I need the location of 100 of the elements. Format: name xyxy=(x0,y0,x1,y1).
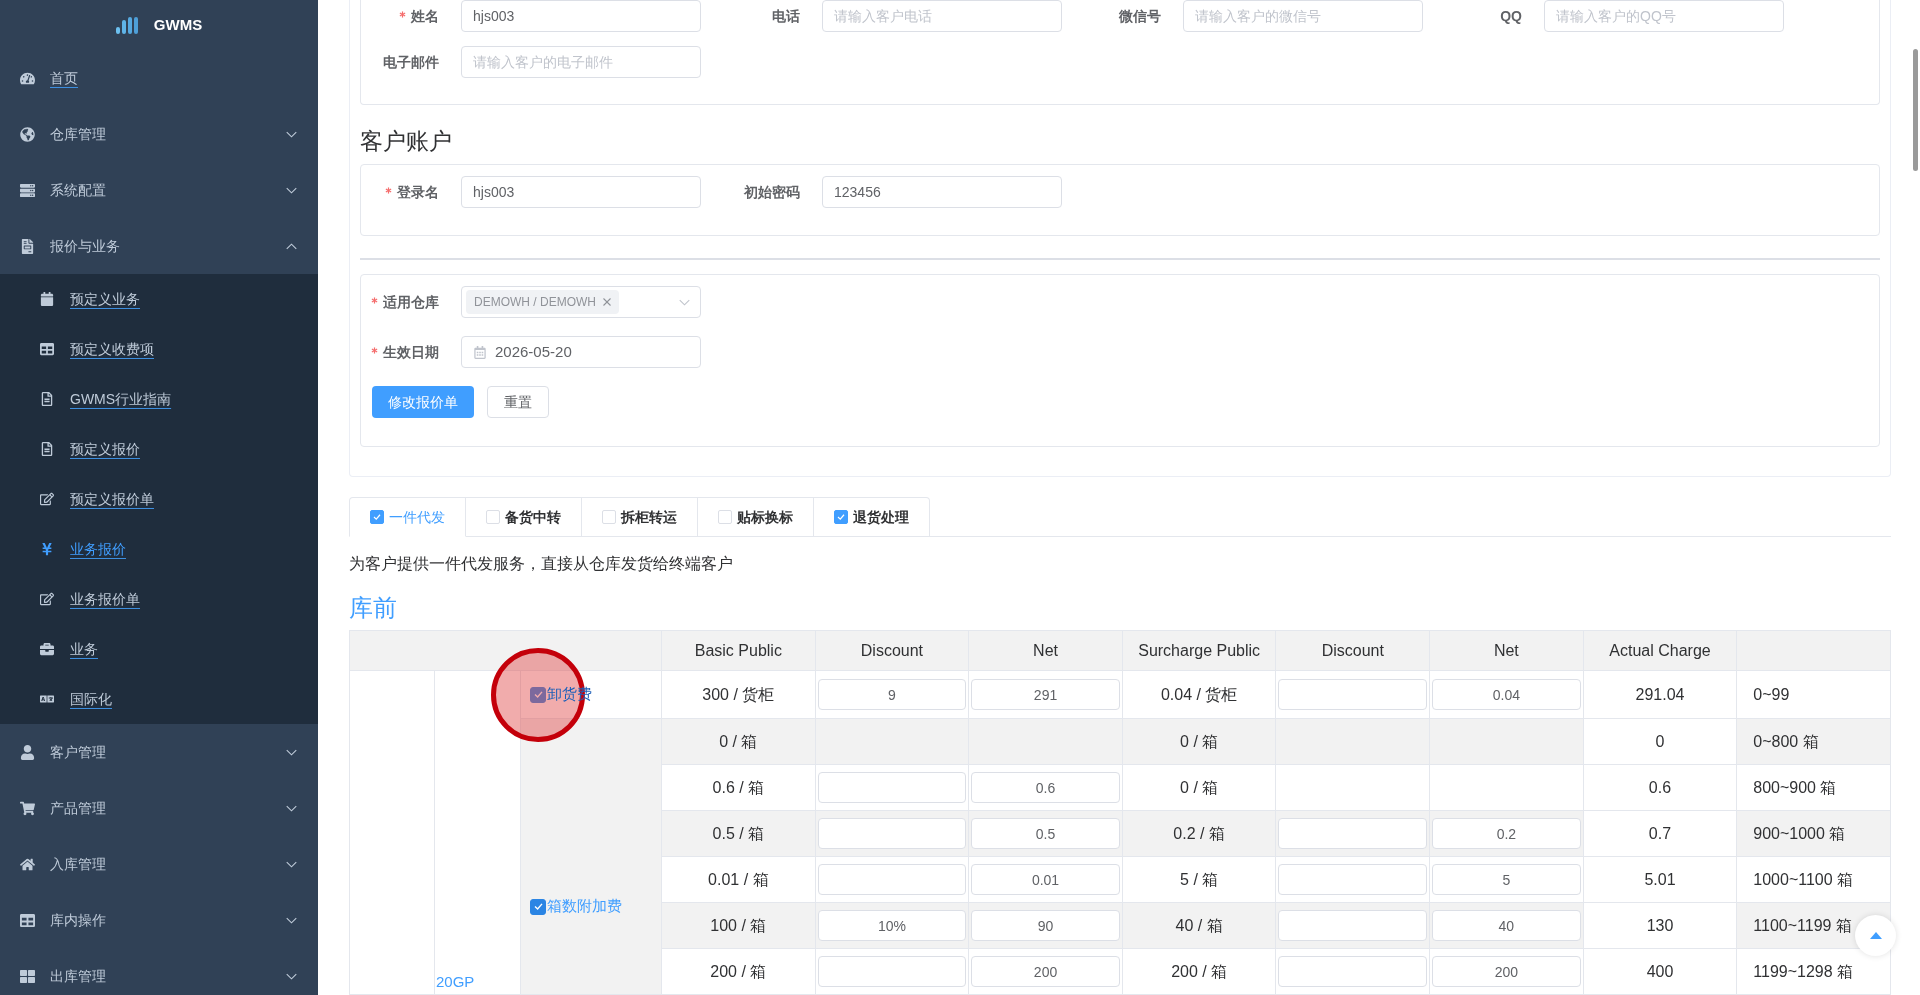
sidebar-submenu-item[interactable]: 预定义报价单 xyxy=(0,474,318,524)
table-input[interactable] xyxy=(1278,679,1428,710)
table-cell: 200 / 箱 xyxy=(1122,948,1276,995)
sidebar-menu-item[interactable]: 产品管理 xyxy=(0,780,318,836)
checkbox[interactable] xyxy=(530,898,546,915)
table-input[interactable]: 40 xyxy=(1432,910,1581,941)
sidebar-submenu-item[interactable]: 业务报价 xyxy=(0,524,318,574)
table-cell: 0.5 / 箱 xyxy=(661,810,816,857)
tab[interactable]: 备货中转 xyxy=(466,497,582,537)
close-icon[interactable] xyxy=(603,298,611,306)
table-input[interactable] xyxy=(1278,818,1428,849)
text-input[interactable]: hjs003 xyxy=(461,0,701,32)
table-cell: 130 xyxy=(1583,902,1737,949)
table-cell: 40 / 箱 xyxy=(1122,902,1276,949)
caret-up-icon xyxy=(1869,932,1882,939)
user-icon xyxy=(20,744,35,760)
grid-icon xyxy=(20,968,35,984)
date-field[interactable]: 2026-05-20 xyxy=(461,336,701,368)
text-input[interactable]: 请输入客户的微信号 xyxy=(1183,0,1423,32)
table-cell: 0.6 / 箱 xyxy=(661,764,816,811)
calendar-icon xyxy=(40,292,54,306)
table-cell: 100 / 箱 xyxy=(661,902,816,949)
gauge-icon xyxy=(20,70,35,86)
text-input[interactable]: 请输入客户电话 xyxy=(822,0,1062,32)
table-input[interactable]: 90 xyxy=(971,910,1120,941)
document-icon xyxy=(40,442,54,456)
sidebar-menu-item[interactable]: 系统配置 xyxy=(0,162,318,218)
table-input[interactable]: 0.2 xyxy=(1432,818,1581,849)
checkbox[interactable] xyxy=(370,510,384,524)
sidebar-menu-item[interactable]: 客户管理 xyxy=(0,724,318,780)
globe-icon xyxy=(20,126,35,142)
sidebar-menu-item[interactable]: 首页 xyxy=(0,50,318,106)
table-input[interactable]: 200 xyxy=(1432,956,1581,987)
table-input[interactable] xyxy=(817,772,967,803)
edit-icon xyxy=(40,492,54,506)
sidebar-menu-item[interactable]: 出库管理 xyxy=(0,948,318,995)
field-label: 登录名 xyxy=(397,182,439,202)
sidebar-menu-item[interactable]: 仓库管理 xyxy=(0,106,318,162)
table-input[interactable] xyxy=(1278,956,1428,987)
table-input[interactable]: 10% xyxy=(817,910,967,941)
field-label: 微信号 xyxy=(1119,6,1161,26)
table-cell: 5 / 箱 xyxy=(1122,856,1276,903)
table-input[interactable]: 0.6 xyxy=(971,772,1120,803)
table-cell: 0 xyxy=(1583,718,1737,765)
checkbox[interactable] xyxy=(530,686,546,703)
table-cell: 900~1000 箱 xyxy=(1736,810,1891,857)
document-icon xyxy=(20,238,35,254)
field-label: 电话 xyxy=(772,6,800,26)
table-input[interactable] xyxy=(1278,864,1428,895)
column-header: Net xyxy=(1429,630,1584,671)
text-input[interactable]: 123456 xyxy=(822,176,1062,208)
checkbox[interactable] xyxy=(834,510,848,524)
checkmark-icon xyxy=(533,903,543,910)
text-input[interactable]: 请输入客户的电子邮件 xyxy=(461,46,701,78)
table-input[interactable]: 200 xyxy=(971,956,1120,987)
section-heading: 客户账户 xyxy=(360,127,452,156)
sidebar-submenu-item[interactable]: 预定义收费项 xyxy=(0,324,318,374)
house-icon xyxy=(20,856,35,872)
table-input[interactable] xyxy=(1278,910,1428,941)
table-cell: 0 / 箱 xyxy=(1122,764,1276,811)
table-input[interactable]: 9 xyxy=(817,679,967,710)
table-input[interactable] xyxy=(817,956,967,987)
table-cell: 0 / 箱 xyxy=(661,718,816,765)
tab[interactable]: 贴标换标 xyxy=(698,497,814,537)
document-icon xyxy=(40,392,54,406)
sidebar-submenu-item[interactable]: GWMS行业指南 xyxy=(0,374,318,424)
table-cell: 5.01 xyxy=(1583,856,1737,903)
reset-button[interactable]: 重置 xyxy=(487,386,549,418)
field-label: 适用仓库 xyxy=(383,292,439,312)
checkmark-icon xyxy=(533,691,543,698)
table-cell: 0.6 xyxy=(1583,764,1737,811)
table-input[interactable]: 0.01 xyxy=(971,864,1120,895)
table-input[interactable] xyxy=(817,864,967,895)
checkmark-icon xyxy=(373,514,381,520)
sidebar-submenu-item[interactable]: 业务 xyxy=(0,624,318,674)
sidebar-menu-item[interactable]: 库内操作 xyxy=(0,892,318,948)
table-input[interactable]: 0.5 xyxy=(971,818,1120,849)
table-input[interactable]: 291 xyxy=(971,679,1120,710)
sidebar-submenu-item[interactable]: 业务报价单 xyxy=(0,574,318,624)
table-cell: 300 / 货柜 xyxy=(661,670,816,719)
sidebar-menu-item[interactable]: 报价与业务 xyxy=(0,218,318,274)
field-label: 初始密码 xyxy=(744,182,800,202)
table-input[interactable] xyxy=(817,818,967,849)
tab[interactable]: 退货处理 xyxy=(814,497,930,537)
text-input[interactable]: hjs003 xyxy=(461,176,701,208)
sidebar-submenu-item[interactable]: 预定义报价 xyxy=(0,424,318,474)
text-input[interactable]: 请输入客户的QQ号 xyxy=(1544,0,1784,32)
table-cell: 200 / 箱 xyxy=(661,948,816,995)
table-input[interactable]: 5 xyxy=(1432,864,1581,895)
calendar-icon xyxy=(474,345,486,359)
column-header: Discount xyxy=(1275,630,1430,671)
tab[interactable]: 拆柜转运 xyxy=(582,497,698,537)
service-description: 为客户提供一件代发服务，直接从仓库发货给终端客户 xyxy=(349,554,733,574)
scrollbar-thumb[interactable] xyxy=(1913,49,1918,171)
checkmark-icon xyxy=(837,514,845,520)
sidebar-menu-item[interactable]: 入库管理 xyxy=(0,836,318,892)
table-input[interactable]: 0.04 xyxy=(1432,679,1581,710)
table-cell: 800~900 箱 xyxy=(1736,764,1891,811)
sidebar-submenu-item[interactable]: 预定义业务 xyxy=(0,274,318,324)
table-cell: 0.01 / 箱 xyxy=(661,856,816,903)
